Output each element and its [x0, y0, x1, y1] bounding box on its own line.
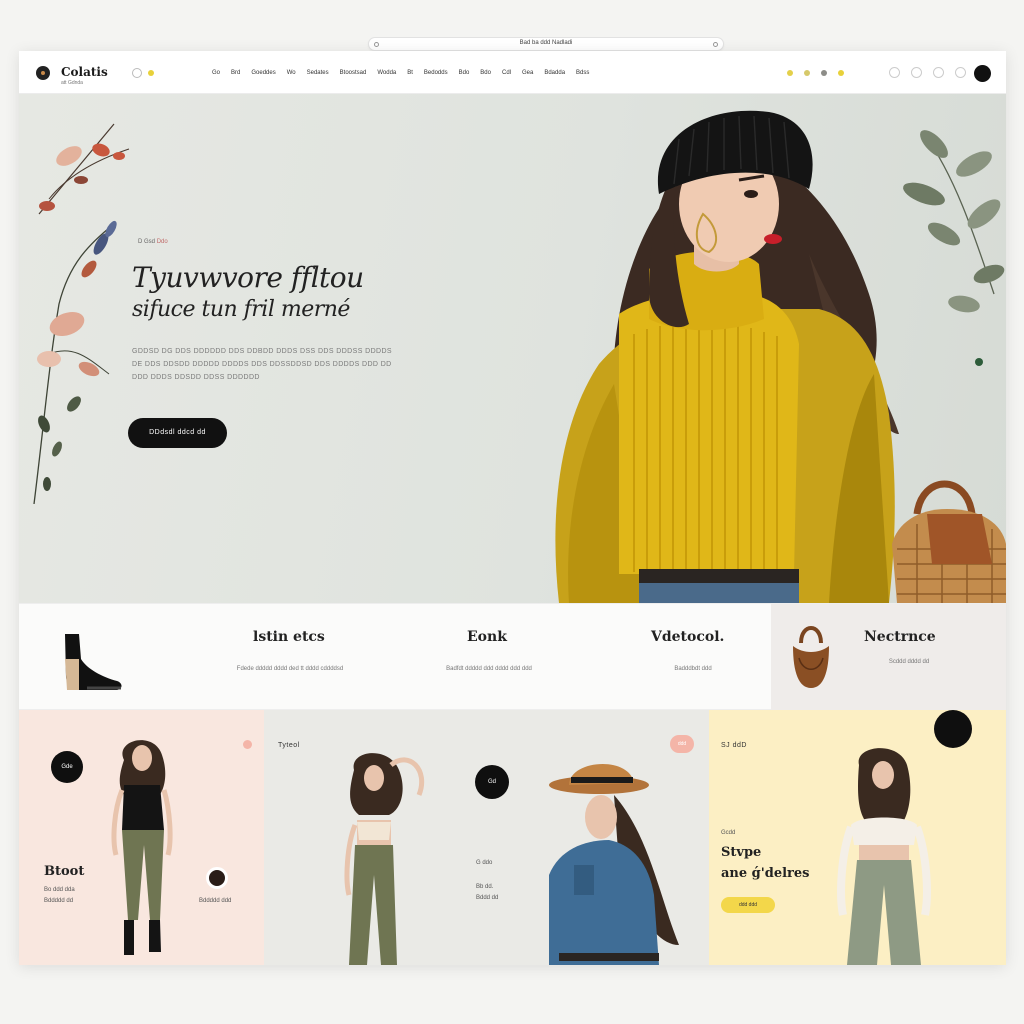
- hero-title-line1: Tyuvwvore ffltou: [132, 261, 364, 294]
- nav-item[interactable]: Cdl: [502, 70, 511, 76]
- shop-now-button[interactable]: DDdsdl ddcd dd: [128, 418, 227, 448]
- tile-subtext: Gcdd: [721, 830, 736, 836]
- lookbook-tile[interactable]: Gde Btoot Bo ddd dda Bddddd dd Bddddd dd…: [19, 710, 264, 965]
- color-swatches: [787, 70, 844, 76]
- address-bar[interactable]: Bad ba ddd Nadladi: [368, 37, 724, 51]
- category-title[interactable]: lstin etcs: [253, 629, 325, 645]
- tile-subtext: Bddd dd: [476, 895, 499, 901]
- tile-subtext: G ddo: [476, 860, 493, 866]
- shop-look-button[interactable]: ddd ddd: [721, 897, 775, 913]
- color-swatch[interactable]: [821, 70, 827, 76]
- color-swatch[interactable]: [804, 70, 810, 76]
- tile-dot-icon: [243, 740, 252, 749]
- tile-badge[interactable]: Gd: [475, 765, 509, 799]
- ankle-boot-image: [65, 634, 122, 690]
- social-links: [889, 67, 966, 78]
- instagram-icon[interactable]: [933, 67, 944, 78]
- lookbook-tile[interactable]: Tyteol Gd G ddo Bb dd. Bddd dd ddd: [264, 710, 709, 965]
- lookbook-tile[interactable]: SJ ddD Gcdd Stvpe ane ǵ'delres ddd ddd: [709, 710, 1006, 965]
- nav-item[interactable]: Bdo: [459, 70, 470, 76]
- twitter-icon[interactable]: [911, 67, 922, 78]
- model-image: [344, 753, 425, 965]
- avatar[interactable]: [206, 867, 228, 889]
- avatar-caption: Bddddd ddd: [199, 898, 232, 904]
- hero-model-image: [555, 110, 899, 603]
- eyebrow-accent: Ddo: [156, 239, 168, 245]
- hobo-bag-image: [793, 626, 829, 688]
- color-swatch[interactable]: [838, 70, 844, 76]
- category-desc: Fdede ddddd dddd ded tt dddd cddddsd: [236, 666, 344, 672]
- tile-subtext: Bo ddd dda: [44, 887, 75, 893]
- tile-title: Stvpe: [721, 845, 762, 860]
- status-dot-icon: [148, 70, 154, 76]
- hero-description: GDDSD DG DDS DDDDDD DDS DDBDD DDDS DSS D…: [132, 348, 393, 381]
- hero-section: D Gsd Ddo Tyuvwvore ffltou sifuce tun fr…: [19, 94, 1006, 603]
- color-swatch[interactable]: [787, 70, 793, 76]
- category-desc: Badddbdt ddd: [674, 666, 712, 672]
- nav-item[interactable]: Sedates: [307, 70, 329, 76]
- nav-item[interactable]: Wo: [287, 70, 296, 76]
- hero-title: Tyuvwvore ffltou sifuce tun fril merné: [132, 262, 364, 326]
- nav-item[interactable]: Bt: [407, 70, 413, 76]
- url-text: Bad ba ddd Nadladi: [519, 40, 573, 46]
- logo-icon[interactable]: [36, 66, 50, 80]
- tile-badge[interactable]: [934, 710, 972, 748]
- tile-title: Btoot: [44, 864, 85, 879]
- nav-item[interactable]: Bdo: [480, 70, 491, 76]
- tile-subtext: Bddddd dd: [44, 898, 74, 904]
- model-image: [837, 748, 931, 965]
- facebook-icon[interactable]: [889, 67, 900, 78]
- nav-item[interactable]: Brd: [231, 70, 240, 76]
- nav-item[interactable]: Goeddes: [251, 70, 275, 76]
- category-desc: Badfdt ddddd ddd dddd ddd ddd: [446, 666, 532, 672]
- hero-eyebrow: D Gsd Ddo: [138, 239, 168, 245]
- category-desc: Scddd dddd dd: [888, 659, 930, 665]
- reload-icon[interactable]: [713, 42, 718, 47]
- nav-item[interactable]: Bedodds: [424, 70, 448, 76]
- webpage: Colatis att Gdnda Go Brd Goeddes Wo Seda…: [19, 51, 1006, 965]
- nav-item[interactable]: Go: [212, 70, 220, 76]
- tile-subtext: Bb dd.: [476, 884, 494, 890]
- tile-title: ane ǵ'delres: [721, 866, 810, 881]
- lookbook-grid: Gde Btoot Bo ddd dda Bddddd dd Bddddd dd…: [19, 710, 1006, 965]
- tile-badge[interactable]: Gde: [51, 751, 83, 783]
- category-title[interactable]: Nectrnce: [864, 629, 936, 645]
- eyebrow-text: D Gsd: [138, 239, 156, 245]
- tile-label: Tyteol: [278, 742, 300, 749]
- category-title[interactable]: Eonk: [467, 629, 507, 645]
- nav-item[interactable]: Wodda: [377, 70, 396, 76]
- model-image: [111, 740, 173, 955]
- model-hat-image: [549, 764, 679, 965]
- hero-title-line2: sifuce tun fril merné: [132, 297, 350, 322]
- main-nav: Go Brd Goeddes Wo Sedates Btoostsad Wodd…: [212, 70, 589, 76]
- menu-button[interactable]: [974, 65, 991, 82]
- tile-label: SJ ddD: [721, 742, 747, 749]
- user-icon[interactable]: [132, 68, 142, 78]
- site-header: Colatis att Gdnda Go Brd Goeddes Wo Seda…: [19, 51, 1006, 94]
- category-title[interactable]: Vdetocol.: [651, 629, 724, 645]
- pinterest-icon[interactable]: [955, 67, 966, 78]
- floral-decoration-left: [33, 123, 130, 504]
- nav-item[interactable]: Bdss: [576, 70, 589, 76]
- nav-item[interactable]: Bdadda: [544, 70, 565, 76]
- foliage-decoration-right: [903, 130, 1005, 366]
- logo-subtitle: att Gdnda: [61, 80, 83, 86]
- nav-item[interactable]: Gea: [522, 70, 533, 76]
- basket-bag-image: [892, 480, 1006, 603]
- nav-item[interactable]: Btoostsad: [340, 70, 367, 76]
- tile-pill[interactable]: ddd: [670, 735, 694, 753]
- category-row: lstin etcs Fdede ddddd dddd ded tt dddd …: [19, 603, 1006, 711]
- logo-text[interactable]: Colatis: [61, 65, 108, 79]
